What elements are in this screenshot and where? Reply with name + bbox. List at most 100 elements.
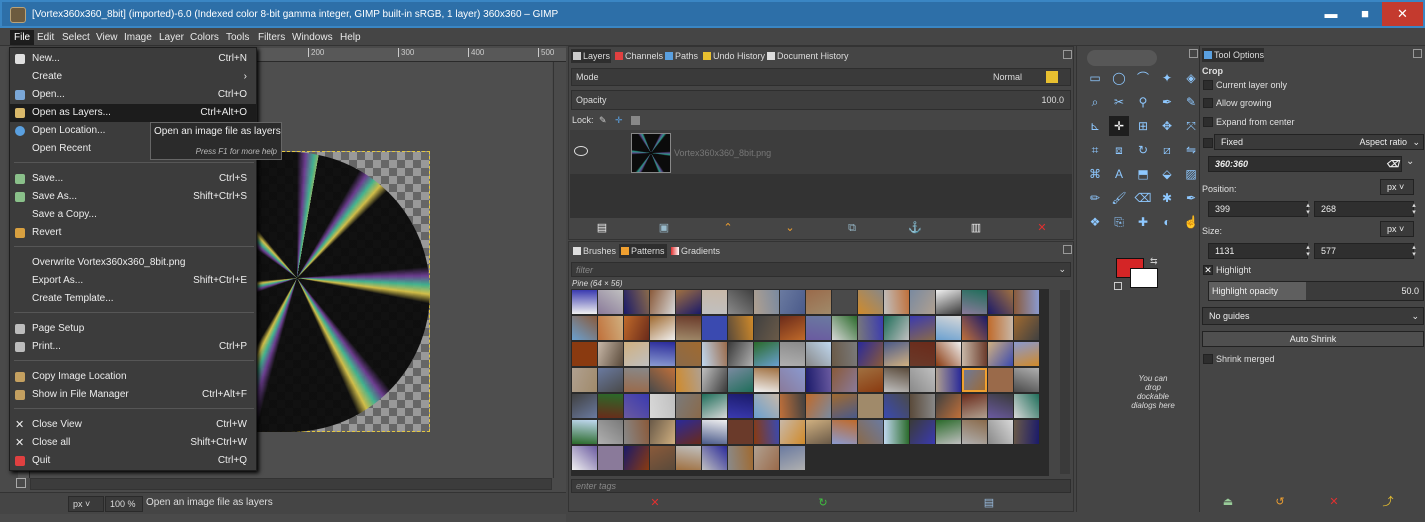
pattern-thumbnail[interactable] [780, 368, 805, 392]
size-unit-select[interactable]: px ˅ [1380, 221, 1414, 237]
pattern-thumbnail[interactable] [754, 342, 779, 366]
pattern-thumbnail[interactable] [624, 342, 649, 366]
size-width-input[interactable]: 1131 [1208, 243, 1308, 259]
dock-menu-icon[interactable] [1413, 49, 1422, 58]
pattern-thumbnail[interactable] [936, 342, 961, 366]
pattern-thumbnail[interactable] [676, 342, 701, 366]
mode-row[interactable]: Mode Normal [571, 68, 1071, 86]
pattern-thumbnail[interactable] [962, 368, 987, 392]
menu-item-new[interactable]: New... Ctrl+N [10, 50, 256, 68]
maximize-button[interactable]: ■ [1348, 2, 1382, 26]
pattern-thumbnail[interactable] [598, 368, 623, 392]
rotate-tool-icon[interactable]: ↻ [1133, 140, 1153, 160]
pattern-thumbnail[interactable] [598, 420, 623, 444]
pattern-thumbnail[interactable] [1014, 394, 1039, 418]
pattern-thumbnail[interactable] [858, 290, 883, 314]
pattern-thumbnail[interactable] [754, 394, 779, 418]
size-height-input[interactable]: 577 [1314, 243, 1414, 259]
tab-gradients[interactable]: Gradients [669, 244, 721, 258]
pattern-thumbnail[interactable] [676, 446, 701, 470]
pattern-thumbnail[interactable] [780, 316, 805, 340]
pattern-thumbnail[interactable] [728, 420, 753, 444]
pattern-thumbnail[interactable] [728, 394, 753, 418]
pattern-thumbnail[interactable] [858, 394, 883, 418]
quick-mask-toggle-icon[interactable] [16, 478, 26, 488]
pattern-thumbnail[interactable] [598, 290, 623, 314]
pattern-thumbnail[interactable] [780, 420, 805, 444]
raise-layer-icon[interactable]: ⌃ [722, 222, 734, 234]
crop-tool-tool-icon[interactable]: ⌗ [1085, 140, 1105, 160]
pattern-thumbnail[interactable] [624, 394, 649, 418]
pattern-thumbnail[interactable] [962, 394, 987, 418]
move-tool-icon[interactable]: ✥ [1157, 116, 1177, 136]
pattern-thumbnail[interactable] [806, 290, 831, 314]
pattern-thumbnail[interactable] [624, 420, 649, 444]
position-unit-select[interactable]: px ˅ [1380, 179, 1414, 195]
pattern-thumbnail[interactable] [832, 368, 857, 392]
pattern-thumbnail[interactable] [806, 342, 831, 366]
pattern-thumbnail[interactable] [650, 420, 675, 444]
menu-item-overwrite[interactable]: Overwrite Vortex360x360_8bit.png [10, 254, 256, 272]
tab-patterns[interactable]: Patterns [619, 244, 667, 258]
unified-transform-tool-icon[interactable]: ⧈ [1109, 140, 1129, 160]
pattern-thumbnail[interactable] [702, 342, 727, 366]
pattern-thumbnail[interactable] [754, 446, 779, 470]
lower-layer-icon[interactable]: ⌄ [784, 222, 796, 234]
tab-layers[interactable]: Layers [571, 49, 611, 63]
menu-item-open-as-layers[interactable]: Open as Layers... Ctrl+Alt+O [10, 104, 256, 122]
pattern-thumbnail[interactable] [988, 394, 1013, 418]
guides-select[interactable]: No guides ⌄ [1202, 307, 1424, 325]
pattern-thumbnail[interactable] [936, 368, 961, 392]
pattern-thumbnail[interactable] [884, 290, 909, 314]
pattern-thumbnail[interactable] [702, 446, 727, 470]
pattern-thumbnail[interactable] [936, 394, 961, 418]
minimize-button[interactable]: ▬ [1314, 2, 1348, 26]
pattern-thumbnail[interactable] [988, 342, 1013, 366]
menu-item-page-setup[interactable]: Page Setup [10, 320, 256, 338]
menu-file[interactable]: File [10, 30, 35, 45]
menu-edit[interactable]: Edit [33, 30, 58, 45]
smudge-tool-icon[interactable]: ☝ [1181, 212, 1201, 232]
anchor-layer-icon[interactable]: ⚓ [908, 222, 922, 234]
pattern-thumbnail[interactable] [624, 290, 649, 314]
menu-colors[interactable]: Colors [186, 30, 223, 45]
by-color-select-tool-icon[interactable]: ◈ [1181, 68, 1201, 88]
pattern-thumbnail[interactable] [598, 316, 623, 340]
pattern-thumbnail[interactable] [832, 316, 857, 340]
pattern-thumbnail[interactable] [910, 290, 935, 314]
pattern-thumbnail[interactable] [910, 342, 935, 366]
pattern-thumbnail[interactable] [650, 342, 675, 366]
save-tool-preset-icon[interactable]: ⏏ [1222, 496, 1234, 508]
pattern-thumbnail[interactable] [754, 368, 779, 392]
handle-transform-tool-icon[interactable]: ⬒ [1133, 164, 1153, 184]
tab-brushes[interactable]: Brushes [571, 244, 617, 258]
tab-undo-history[interactable]: Undo History [701, 49, 765, 63]
position-y-spinner[interactable]: ▴ ▾ [1410, 202, 1418, 216]
menu-image[interactable]: Image [120, 30, 156, 45]
menu-filters[interactable]: Filters [254, 30, 289, 45]
position-x-input[interactable]: 399 [1208, 201, 1308, 217]
clone-tool-icon[interactable]: ⎘ [1109, 212, 1129, 232]
pattern-thumbnail[interactable] [910, 420, 935, 444]
position-y-input[interactable]: 268 [1314, 201, 1414, 217]
menu-item-quit[interactable]: Quit Ctrl+Q [10, 452, 256, 470]
refresh-patterns-icon[interactable]: ↻ [817, 497, 829, 509]
menu-layer[interactable]: Layer [155, 30, 188, 45]
opacity-slider[interactable]: Opacity 100.0 [571, 90, 1071, 110]
pattern-thumbnail[interactable] [780, 446, 805, 470]
pencil-tool-icon[interactable]: ✏ [1085, 188, 1105, 208]
pattern-thumbnail[interactable] [676, 316, 701, 340]
pattern-thumbnail[interactable] [728, 290, 753, 314]
lasso-tool-icon[interactable]: ⌒ [1133, 68, 1153, 88]
visibility-eye-icon[interactable] [574, 146, 588, 156]
pattern-thumbnail[interactable] [806, 316, 831, 340]
menu-select[interactable]: Select [58, 30, 94, 45]
pattern-thumbnail[interactable] [572, 446, 597, 470]
menu-item-open[interactable]: Open... Ctrl+O [10, 86, 256, 104]
pattern-thumbnail[interactable] [572, 290, 597, 314]
pattern-thumbnail[interactable] [962, 420, 987, 444]
pattern-thumbnail[interactable] [1014, 368, 1039, 392]
mode-switch-icon[interactable] [1046, 71, 1058, 83]
pattern-thumbnail[interactable] [780, 290, 805, 314]
ratio-input[interactable]: 360:360 ⌫ [1208, 156, 1402, 172]
